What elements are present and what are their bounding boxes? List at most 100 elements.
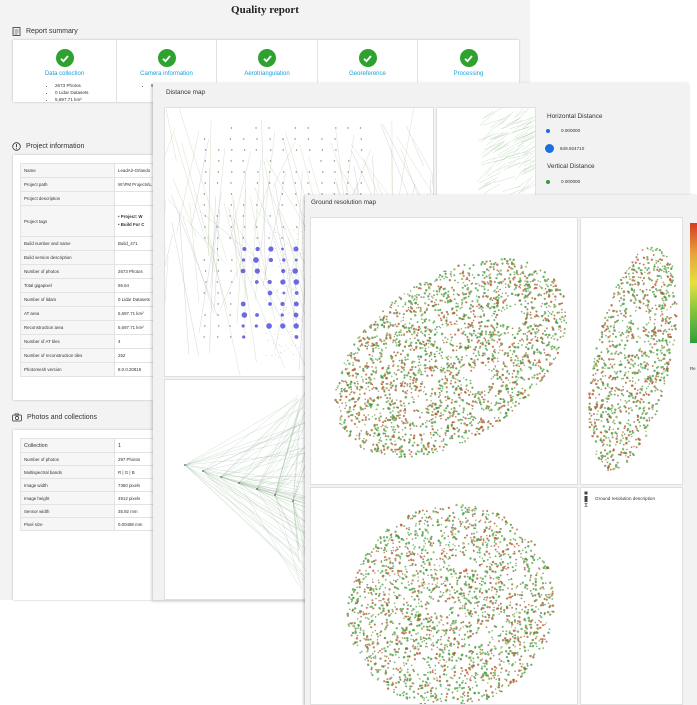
table-row: Number of reconstruction tiles 252: [20, 348, 153, 363]
row-value: 0.00488 mm: [114, 517, 153, 531]
row-key: Number of photos: [20, 264, 115, 279]
distance-map-front-view-plot: [184, 391, 313, 590]
photos-collections-heading: Photos and collections: [12, 413, 97, 422]
row-value: 0 Lidar Datasets: [114, 292, 153, 307]
table-row: AT area 5,697.71 km²: [20, 306, 153, 321]
row-key: Number of photos: [20, 452, 115, 466]
horizontal-distance-min: 0.000000: [545, 128, 580, 133]
checkmark-icon: [358, 49, 377, 67]
ground-resolution-description-panel: [580, 487, 683, 705]
distance-map-title: Distance map: [166, 89, 206, 96]
row-value: W:\PM Projects\L: [114, 177, 153, 192]
photos-collections-table: Collection 1 Number of photos 297 Photos M…: [13, 430, 153, 600]
table-row: Collection 1: [20, 438, 153, 453]
table-row: Build version description: [20, 250, 153, 265]
ground-resolution-description: Ground resolution description: [595, 496, 656, 501]
table-row: Project path W:\PM Projects\L: [20, 177, 153, 192]
table-row: Sensor width 35.92 mm: [20, 504, 153, 518]
table-row: Number of lidars 0 Lidar Datasets: [20, 292, 153, 307]
table-row: Reconstruction area 5,697.71 km²: [20, 320, 153, 335]
ground-resolution-front-view-plot: [346, 503, 555, 704]
row-value: • Project: W • Build For C: [114, 205, 153, 237]
checkmark-icon: [157, 49, 176, 67]
ground-resolution-window: Ground resolution map Re Ground resoluti…: [305, 195, 697, 705]
row-value: 8.0.0.20816: [114, 362, 153, 377]
row-value: 5,697.71 km²: [114, 306, 153, 321]
info-icon: [12, 142, 21, 151]
summary-label[interactable]: Camera information: [117, 71, 216, 77]
legend-large-dot: [545, 144, 554, 153]
table-row: Pixel size 0.00488 mm: [20, 517, 153, 531]
table-row: Project tags • Project: W • Build For C: [20, 205, 153, 237]
horizontal-max-value: 849.924710: [560, 146, 585, 151]
ground-resolution-side-view[interactable]: [580, 217, 683, 485]
checkmark-icon: [55, 49, 74, 67]
project-tag: • Build For C: [118, 222, 145, 227]
row-key: Number of AT tiles: [20, 334, 115, 349]
camera-icon: [12, 413, 22, 422]
row-value: 4: [114, 334, 153, 349]
project-information-heading: Project information: [12, 142, 84, 151]
info-i-icon[interactable]: [582, 491, 591, 507]
summary-label[interactable]: Aerotriangulation: [217, 71, 317, 77]
table-row: Photomesh version 8.0.0.20816: [20, 362, 153, 377]
row-value: 4912 pixels: [114, 491, 153, 505]
summary-data-collection[interactable]: Data collection 2673 Photos 0 Lidar Data…: [13, 40, 116, 102]
vertical-min-value: 0.000000: [561, 179, 581, 184]
row-key: Number of lidars: [20, 292, 115, 307]
summary-label[interactable]: Processing: [418, 71, 519, 77]
row-key: Photomesh version: [20, 362, 115, 377]
project-information-table: Name LeadAir-Orlando Project path W:\PM Pr…: [13, 155, 153, 400]
table-row: Image width 7360 pixels: [20, 478, 153, 492]
summary-label[interactable]: Data collection: [13, 71, 116, 77]
row-key: AT area: [20, 306, 115, 321]
row-key: Project path: [20, 177, 115, 192]
row-value: Build_471: [114, 236, 153, 251]
row-key: Reconstruction area: [20, 320, 115, 335]
row-value: 2673 Photos: [114, 264, 153, 279]
row-value: [114, 250, 153, 265]
row-key: Project tags: [20, 205, 115, 237]
legend-small-dot: [546, 128, 550, 133]
row-value: R | G | B: [114, 465, 153, 479]
photos-collections-heading-text: Photos and collections: [27, 414, 98, 421]
project-information-heading-text: Project information: [26, 143, 85, 150]
color-scale-label: Re: [690, 366, 696, 371]
row-key: Pixel size: [20, 517, 115, 531]
horizontal-min-value: 0.000000: [561, 128, 581, 133]
row-value: 252: [114, 348, 153, 363]
report-summary-heading-text: Report summary: [26, 28, 78, 35]
row-key: Build version description: [20, 250, 115, 265]
table-row: Multispectral bands R | G | B: [20, 465, 153, 479]
ground-resolution-side-view-plot: [588, 246, 678, 471]
ground-resolution-front-view[interactable]: [310, 487, 578, 705]
horizontal-distance-title: Horizontal Distance: [547, 113, 603, 120]
table-row: Number of photos 2673 Photos: [20, 264, 153, 279]
row-key: Multispectral bands: [20, 465, 115, 479]
row-key: Sensor width: [20, 504, 115, 518]
report-icon: [12, 27, 21, 36]
row-value: 96.64: [114, 278, 153, 293]
row-key: Image width: [20, 478, 115, 492]
row-key: Name: [20, 163, 115, 178]
table-row: Build number and name Build_471: [20, 236, 153, 251]
ground-resolution-top-view[interactable]: [310, 217, 578, 485]
row-value: LeadAir-Orlando: [114, 163, 153, 178]
table-row: Number of photos 297 Photos: [20, 452, 153, 466]
row-value: 35.92 mm: [114, 504, 153, 518]
project-tag: • Project: W: [118, 214, 143, 219]
report-summary-heading: Report summary: [12, 27, 78, 36]
vertical-distance-title: Vertical Distance: [547, 163, 595, 170]
distance-map-front-view[interactable]: [164, 379, 314, 600]
resolution-color-scale: [690, 223, 697, 343]
table-row: Image height 4912 pixels: [20, 491, 153, 505]
vertical-distance-min: 0.000000: [545, 179, 580, 184]
summary-label[interactable]: Georeference: [318, 71, 417, 77]
checkmark-icon: [258, 49, 276, 67]
ground-resolution-title: Ground resolution map: [311, 199, 377, 206]
summary-item: 2673 Photos: [55, 82, 116, 89]
checkmark-icon: [459, 49, 478, 67]
row-key: Image height: [20, 491, 115, 505]
row-value: [114, 191, 153, 206]
row-key: Total gigapixel: [20, 278, 115, 293]
